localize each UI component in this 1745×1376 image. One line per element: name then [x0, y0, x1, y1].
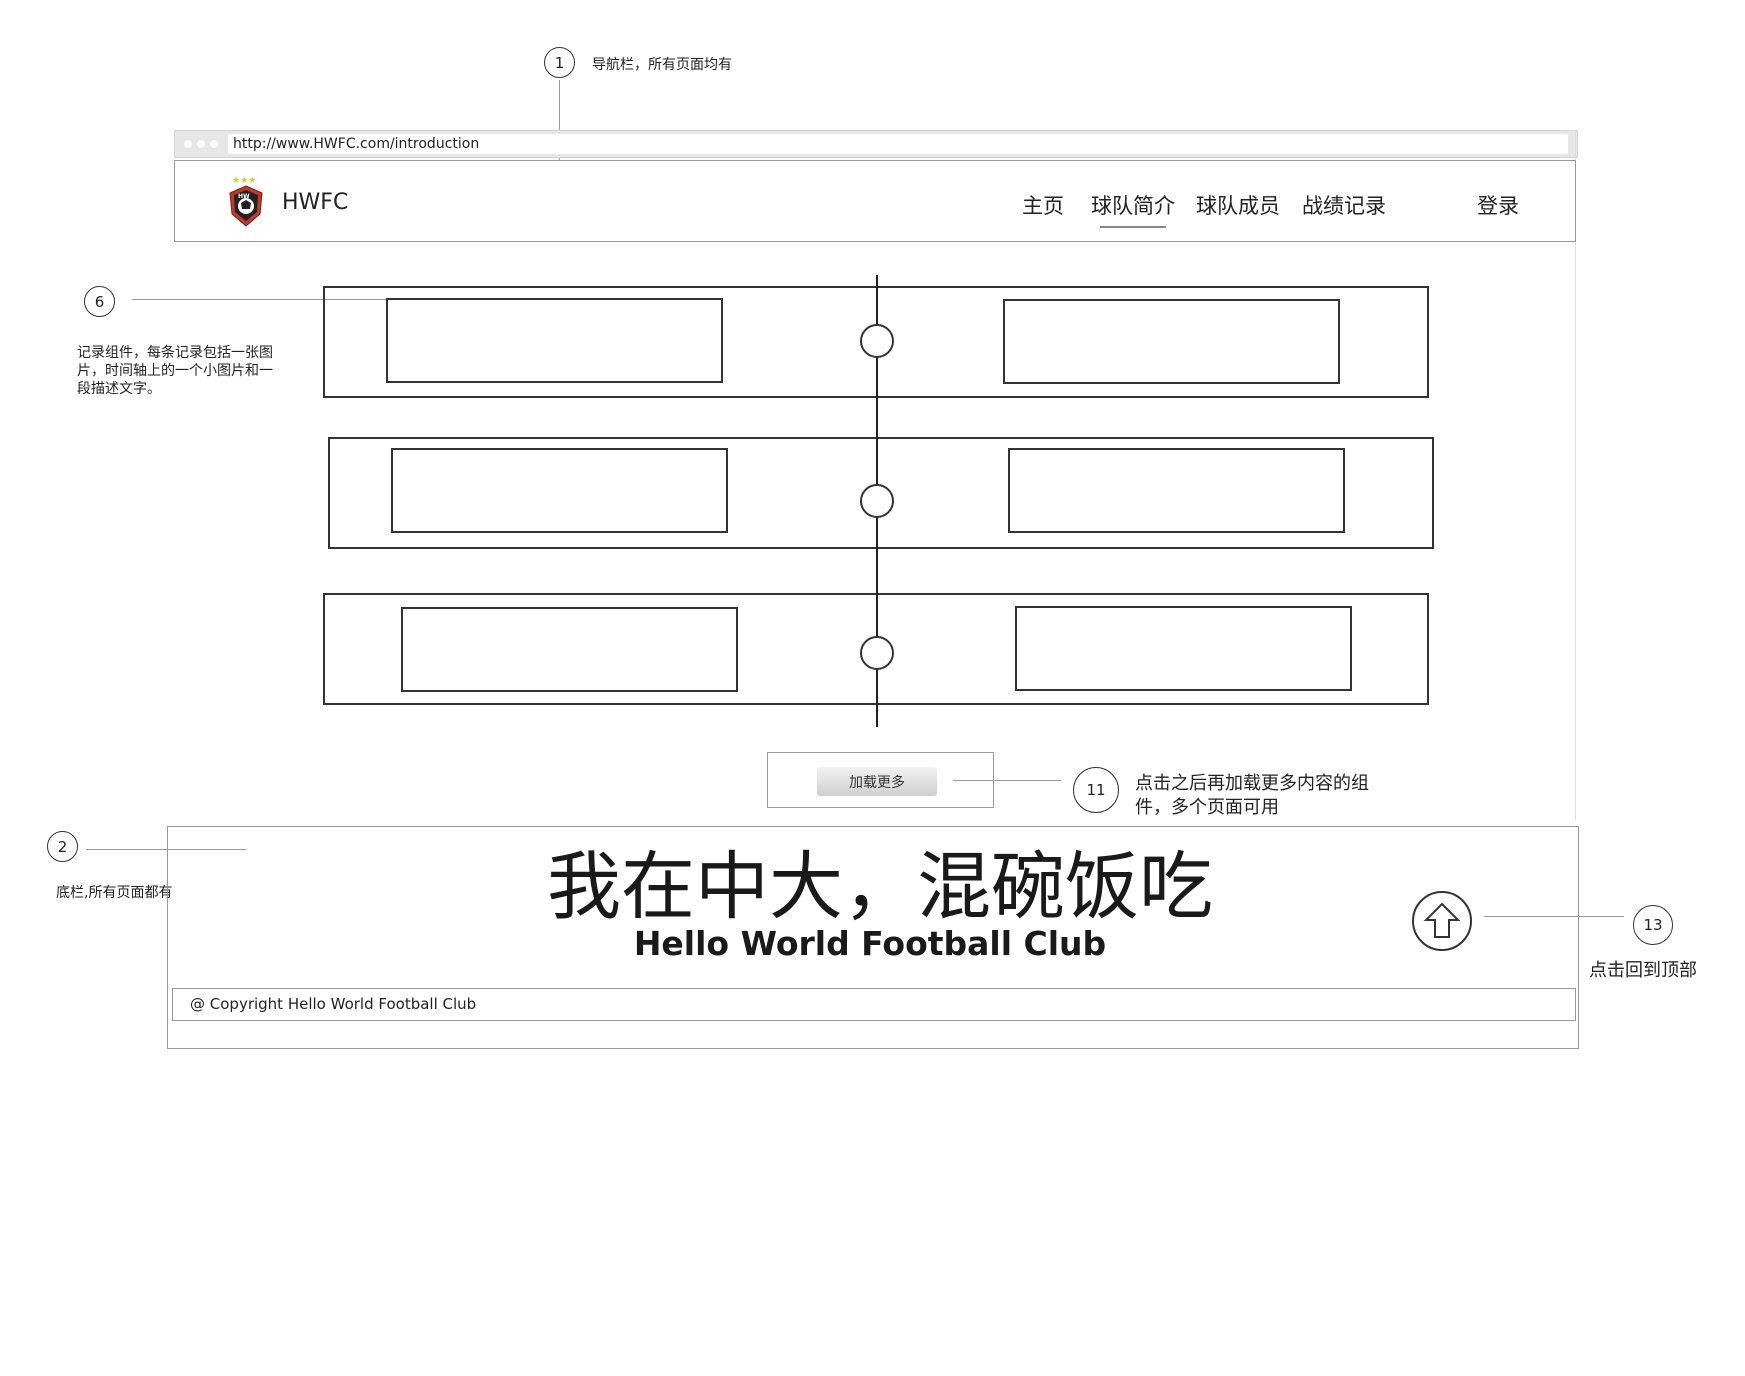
annotation-footer-note: 底栏,所有页面都有	[56, 885, 173, 901]
footer-club-name: Hello World Football Club	[633, 924, 1107, 963]
svg-text:HW: HW	[238, 193, 250, 200]
window-dot-icon	[184, 140, 192, 148]
nav-item-records[interactable]: 战绩记录	[1302, 190, 1386, 220]
record-image	[386, 298, 723, 383]
annotation-number: 6	[94, 292, 105, 311]
window-dot-icon	[197, 140, 205, 148]
annotation-marker-1: 1	[544, 47, 575, 78]
active-nav-indicator	[1100, 226, 1166, 228]
brand-name[interactable]: HWFC	[282, 190, 348, 215]
footer-slogan: 我在中大，混碗饭吃	[547, 844, 1213, 930]
record-description	[1003, 299, 1340, 384]
annotation-marker-6: 6	[84, 286, 115, 317]
record-description	[1015, 606, 1352, 691]
annotation-line-13	[1484, 916, 1624, 917]
annotation-number: 1	[554, 53, 565, 72]
annotation-number: 13	[1643, 916, 1663, 934]
timeline-node	[860, 484, 894, 518]
record-image	[391, 448, 728, 533]
annotation-number: 11	[1086, 781, 1106, 799]
nav-item-members[interactable]: 球队成员	[1196, 190, 1280, 220]
annotation-marker-2: 2	[47, 831, 78, 862]
annotation-back-to-top-note: 点击回到顶部	[1589, 960, 1697, 981]
nav-item-home[interactable]: 主页	[1022, 190, 1064, 220]
annotation-navbar-note: 导航栏，所有页面均有	[592, 57, 732, 73]
timeline-node	[860, 324, 894, 358]
copyright-bar: @ Copyright Hello World Football Club	[172, 988, 1576, 1021]
club-logo-icon[interactable]: ★★★ HW	[226, 174, 266, 228]
arrow-up-icon	[1423, 902, 1461, 938]
load-more-button[interactable]: 加载更多	[817, 767, 937, 796]
address-bar[interactable]: http://www.HWFC.com/introduction	[228, 134, 1568, 154]
annotation-marker-11: 11	[1073, 767, 1119, 813]
annotation-line-11	[953, 780, 1061, 781]
login-link[interactable]: 登录	[1477, 190, 1519, 220]
nav-item-introduction[interactable]: 球队简介	[1091, 190, 1175, 220]
timeline-node	[860, 636, 894, 670]
record-image	[401, 607, 738, 692]
annotation-record-note: 记录组件，每条记录包括一张图片，时间轴上的一个小图片和一段描述文字。	[77, 345, 273, 397]
svg-text:★★★: ★★★	[232, 176, 256, 186]
annotation-load-more-note: 点击之后再加载更多内容的组件，多个页面可用	[1135, 773, 1369, 818]
annotation-marker-13: 13	[1633, 905, 1673, 945]
record-description	[1008, 448, 1345, 533]
annotation-number: 2	[57, 837, 68, 856]
back-to-top-button[interactable]	[1412, 891, 1472, 951]
window-dot-icon	[210, 140, 218, 148]
